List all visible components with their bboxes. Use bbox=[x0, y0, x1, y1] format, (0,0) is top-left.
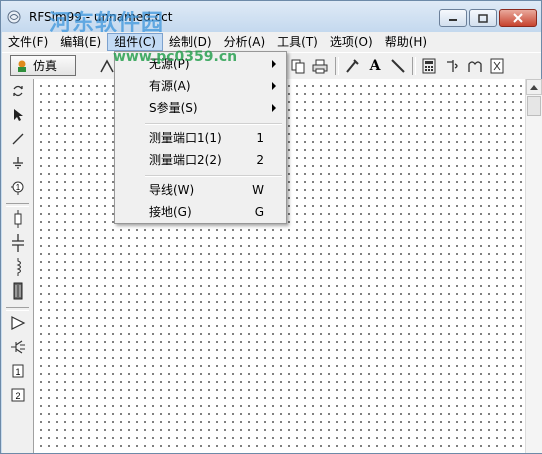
app-window: RFSim99 - unnamed.cct 河东软件园 文件(F) 编辑(E) … bbox=[0, 0, 542, 454]
menu-item-label: 接地(G) bbox=[149, 205, 192, 219]
menu-item-label: S参量(S) bbox=[149, 101, 198, 115]
submenu-arrow-icon bbox=[272, 82, 276, 90]
palette-separator bbox=[6, 307, 29, 311]
simulate-button[interactable]: 仿真 bbox=[10, 55, 76, 76]
port1-box-label: 1 bbox=[15, 367, 20, 377]
menu-item-port2[interactable]: 测量端口2(2) 2 bbox=[117, 150, 284, 170]
toolbar-separator bbox=[412, 57, 416, 75]
scroll-thumb[interactable] bbox=[527, 96, 541, 116]
restore-icon bbox=[478, 13, 488, 23]
menu-bar: 文件(F) 编辑(E) 组件(C) 绘制(D) 分析(A) 工具(T) 选项(O… bbox=[2, 32, 541, 52]
port2-box-icon[interactable]: 2 bbox=[8, 385, 28, 405]
menu-item-active[interactable]: 有源(A) bbox=[117, 76, 284, 96]
simulate-icon bbox=[18, 60, 26, 72]
calculator-icon[interactable] bbox=[420, 57, 438, 75]
vertical-scrollbar[interactable] bbox=[525, 79, 542, 453]
resistor-icon[interactable] bbox=[8, 209, 28, 229]
port1-icon[interactable]: 1 bbox=[8, 177, 28, 197]
menu-options[interactable]: 选项(O) bbox=[324, 33, 379, 51]
menu-item-wire[interactable]: 导线(W) W bbox=[117, 180, 284, 200]
transistor-icon[interactable] bbox=[8, 337, 28, 357]
antenna-icon[interactable] bbox=[444, 57, 462, 75]
components-dropdown: 无源(P) 有源(A) S参量(S) 测量端口1(1) 1 测量端口2(2) 2… bbox=[114, 51, 287, 224]
menu-edit[interactable]: 编辑(E) bbox=[54, 33, 107, 51]
palette-separator bbox=[6, 203, 29, 207]
menu-separator bbox=[145, 123, 282, 125]
watermark-url: www.pc0359.cn bbox=[113, 49, 238, 65]
chevron-up-icon bbox=[530, 85, 538, 90]
submenu-arrow-icon bbox=[272, 60, 276, 68]
text-tool-icon[interactable]: A bbox=[366, 57, 384, 75]
amplifier-icon[interactable] bbox=[8, 313, 28, 333]
print-icon[interactable] bbox=[311, 57, 329, 75]
menu-item-ground[interactable]: 接地(G) G bbox=[117, 202, 284, 222]
transmission-line-icon[interactable] bbox=[8, 281, 28, 301]
port2-box-label: 2 bbox=[15, 391, 20, 401]
toolbar-separator bbox=[335, 57, 339, 75]
menu-item-shortcut: G bbox=[254, 205, 264, 219]
scroll-up-button[interactable] bbox=[526, 79, 542, 95]
simulate-label: 仿真 bbox=[33, 59, 58, 73]
menu-file[interactable]: 文件(F) bbox=[2, 33, 54, 51]
menu-item-port1[interactable]: 测量端口1(1) 1 bbox=[117, 128, 284, 148]
pointer-icon[interactable] bbox=[8, 105, 28, 125]
minimize-icon bbox=[449, 19, 457, 21]
menu-item-shortcut: 1 bbox=[256, 131, 264, 145]
menu-item-shortcut: W bbox=[252, 183, 264, 197]
menu-separator bbox=[145, 175, 282, 177]
close-button[interactable] bbox=[499, 9, 537, 27]
smith-chart-icon[interactable] bbox=[488, 57, 506, 75]
port1-box-icon[interactable]: 1 bbox=[8, 361, 28, 381]
close-icon bbox=[513, 13, 523, 23]
submenu-arrow-icon bbox=[272, 104, 276, 112]
menu-tools[interactable]: 工具(T) bbox=[271, 33, 324, 51]
minimize-button[interactable] bbox=[439, 9, 467, 27]
menu-item-label: 测量端口2(2) bbox=[149, 153, 222, 167]
menu-help[interactable]: 帮助(H) bbox=[379, 33, 433, 51]
menu-item-shortcut: 2 bbox=[256, 153, 264, 167]
inductor-icon[interactable] bbox=[8, 257, 28, 277]
capacitor-icon[interactable] bbox=[8, 233, 28, 253]
menu-item-label: 有源(A) bbox=[149, 79, 191, 93]
maximize-button[interactable] bbox=[469, 9, 497, 27]
app-icon bbox=[7, 10, 21, 24]
title-bar[interactable]: RFSim99 - unnamed.cct 河东软件园 bbox=[1, 1, 541, 36]
ground-icon[interactable] bbox=[8, 153, 28, 173]
copy-icon[interactable] bbox=[289, 57, 307, 75]
menu-item-label: 测量端口1(1) bbox=[149, 131, 222, 145]
wire-icon[interactable] bbox=[8, 129, 28, 149]
brush-icon[interactable] bbox=[343, 57, 361, 75]
port1-label: 1 bbox=[16, 183, 21, 192]
menu-item-sparams[interactable]: S参量(S) bbox=[117, 98, 284, 118]
filter-icon[interactable] bbox=[466, 57, 484, 75]
menu-item-label: 导线(W) bbox=[149, 183, 195, 197]
rotate-icon[interactable] bbox=[8, 81, 28, 101]
component-palette: 1 1 2 bbox=[2, 79, 34, 453]
line-tool-icon[interactable] bbox=[389, 57, 407, 75]
